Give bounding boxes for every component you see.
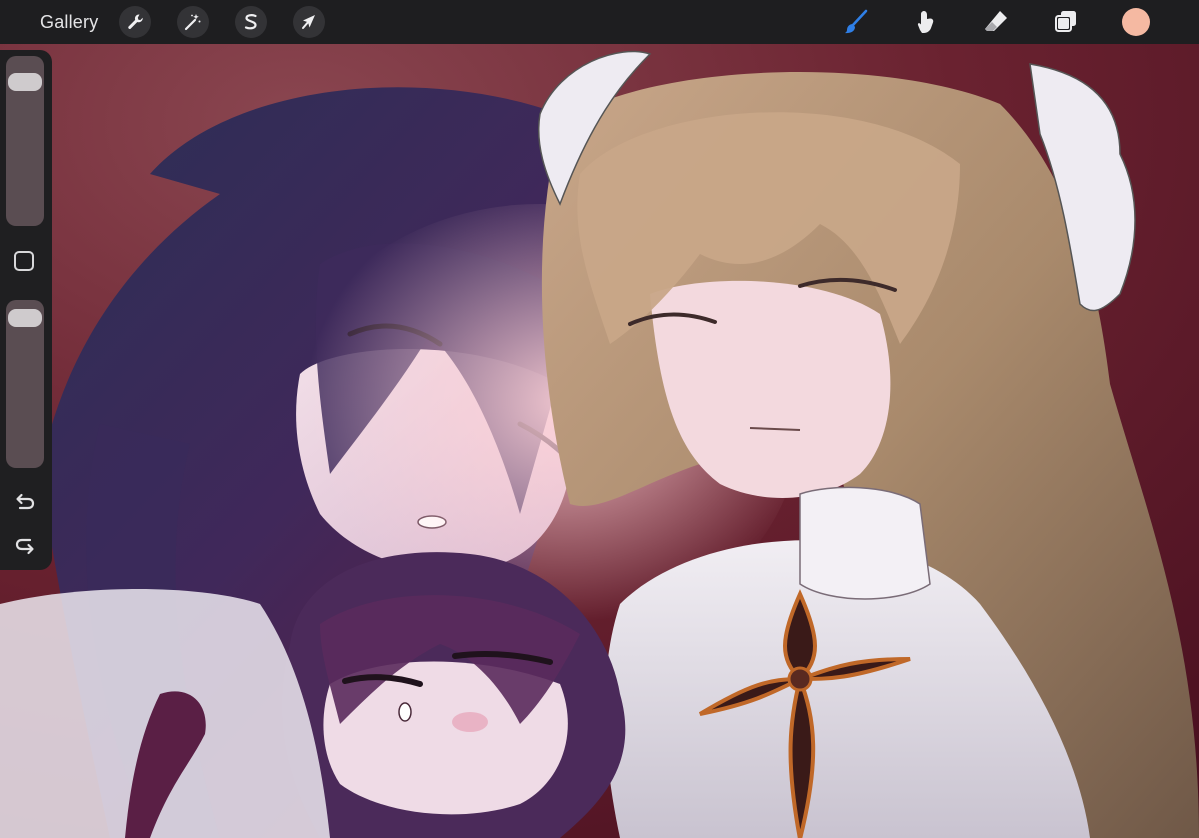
wrench-icon — [128, 14, 143, 30]
procreate-app: Gallery — [0, 0, 1199, 838]
undo-button[interactable] — [12, 490, 38, 516]
artwork-illustration — [0, 44, 1199, 838]
magic-wand-icon — [184, 14, 201, 31]
drawing-canvas[interactable] — [0, 44, 1199, 838]
gallery-button[interactable]: Gallery — [40, 11, 98, 33]
top-toolbar: Gallery — [0, 0, 1199, 44]
layers-button[interactable] — [1050, 6, 1082, 38]
brush-size-slider[interactable] — [6, 56, 44, 226]
color-picker-button[interactable] — [1122, 8, 1150, 36]
selection-button[interactable] — [235, 6, 267, 38]
transform-button[interactable] — [293, 6, 325, 38]
redo-button[interactable] — [12, 532, 38, 558]
adjustments-button[interactable] — [177, 6, 209, 38]
arrow-cursor-icon — [302, 15, 315, 29]
brush-icon — [845, 9, 868, 34]
opacity-slider[interactable] — [6, 300, 44, 468]
opacity-slider-thumb[interactable] — [8, 309, 42, 328]
selection-s-icon — [244, 14, 257, 30]
undo-arrow-icon — [16, 493, 35, 510]
eraser-tool-button[interactable] — [980, 6, 1012, 38]
smudge-finger-icon — [917, 11, 934, 33]
brush-size-slider-thumb[interactable] — [8, 72, 42, 91]
brush-tool-button[interactable] — [840, 6, 872, 38]
redo-arrow-icon — [15, 538, 34, 555]
left-sidebar — [0, 50, 52, 570]
actions-button[interactable] — [119, 6, 151, 38]
eraser-icon — [985, 11, 1007, 31]
square-outline-icon[interactable] — [14, 251, 34, 271]
smudge-tool-button[interactable] — [910, 6, 942, 38]
layers-icon — [1055, 11, 1076, 32]
